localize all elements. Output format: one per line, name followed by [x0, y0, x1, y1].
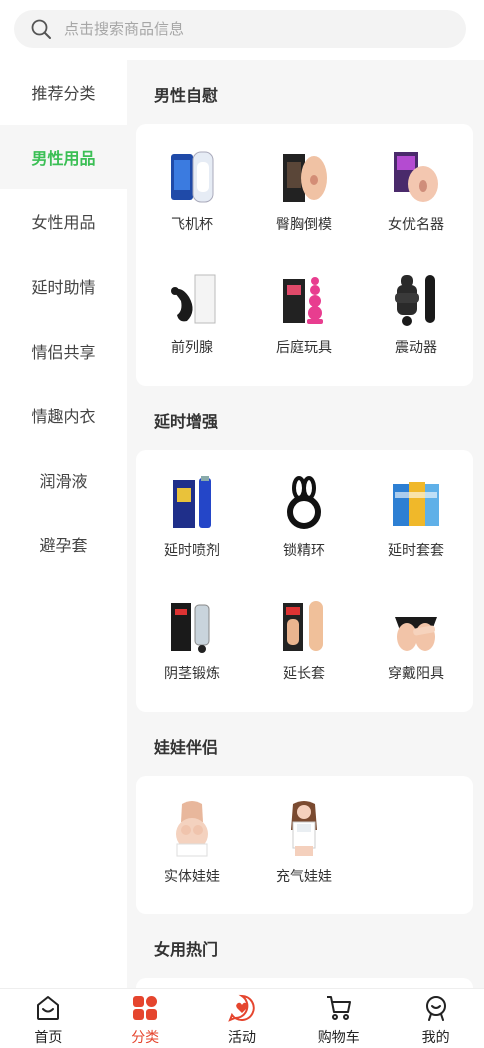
- product-grid-card: 延时喷剂 锁精环 延时套套 阴茎锻炼 延长套 穿戴阳具: [136, 450, 473, 712]
- product-label: 臀胸倒模: [276, 217, 332, 233]
- search-icon: [31, 19, 51, 39]
- inflatable-doll-icon: [291, 801, 317, 856]
- product-label: 充气娃娃: [276, 869, 332, 885]
- product-grid-card: 飞机杯 臀胸倒模 女优名器 前列腺 后庭玩具 震动器: [136, 124, 473, 386]
- search-input[interactable]: [64, 10, 454, 48]
- category-icon: [133, 996, 158, 1020]
- anal-toy-icon: [283, 277, 323, 324]
- product-item[interactable]: 后庭玩具: [248, 267, 360, 377]
- search-header: [0, 0, 484, 60]
- tab-category[interactable]: 分类: [97, 989, 194, 1048]
- product-label: 延时套套: [388, 543, 444, 559]
- tab-label: 首页: [34, 1030, 63, 1046]
- vibrator-icon: [395, 275, 435, 326]
- tab-cart[interactable]: 购物车: [290, 989, 387, 1048]
- product-item[interactable]: 延长套: [248, 593, 360, 703]
- sidebar-item-recommended[interactable]: 推荐分类: [0, 60, 127, 125]
- product-item[interactable]: 前列腺: [136, 267, 248, 377]
- sidebar-item-couples[interactable]: 情侣共享: [0, 318, 127, 383]
- product-item[interactable]: 臀胸倒模: [248, 144, 360, 254]
- category-content: 男性自慰 飞机杯 臀胸倒模 女优名器 前列腺 后庭玩具 震动器 延时增强 延时喷…: [127, 60, 484, 988]
- product-label: 后庭玩具: [276, 340, 332, 356]
- product-item[interactable]: 震动器: [360, 267, 472, 377]
- product-label: 前列腺: [171, 340, 213, 356]
- product-item[interactable]: 穿戴阳具: [360, 593, 472, 703]
- tab-activity[interactable]: 活动: [194, 989, 291, 1048]
- product-grid-card: 实体娃娃 充气娃娃: [136, 776, 473, 914]
- product-item[interactable]: 锁精环: [248, 470, 360, 580]
- product-item[interactable]: 阴茎锻炼: [136, 593, 248, 703]
- sleeve-icon: [394, 152, 438, 202]
- app: 推荐分类 男性用品 女性用品 延时助情 情侣共享 情趣内衣 润滑液 避孕套 男性…: [0, 0, 484, 1048]
- product-label: 延时喷剂: [164, 543, 220, 559]
- product-label: 阴茎锻炼: [164, 666, 220, 682]
- section-title: 娃娃伴侣: [154, 738, 219, 757]
- sidebar-item-men[interactable]: 男性用品: [0, 124, 127, 190]
- strap-on-icon: [395, 617, 437, 651]
- sidebar-item-women[interactable]: 女性用品: [0, 189, 127, 254]
- product-label: 实体娃娃: [164, 869, 220, 885]
- product-item[interactable]: 女优名器: [360, 144, 472, 254]
- product-label: 锁精环: [283, 543, 325, 559]
- body-mold-icon: [283, 154, 327, 202]
- section-title: 男性自慰: [154, 86, 219, 105]
- section-title: 延时增强: [154, 412, 219, 431]
- product-item[interactable]: 实体娃娃: [136, 796, 248, 906]
- ring-icon: [287, 476, 321, 529]
- tab-label: 购物车: [317, 1030, 360, 1046]
- product-label: 延长套: [283, 666, 325, 682]
- tab-label: 分类: [131, 1030, 160, 1046]
- home-icon: [37, 996, 60, 1020]
- product-label: 穿戴阳具: [388, 666, 444, 682]
- category-sidebar: 推荐分类 男性用品 女性用品 延时助情 情侣共享 情趣内衣 润滑液 避孕套: [0, 60, 127, 988]
- section-title: 女用热门: [154, 940, 219, 959]
- tab-profile[interactable]: 我的: [387, 989, 484, 1048]
- search-bar[interactable]: [14, 10, 466, 48]
- extender-sleeve-icon: [283, 601, 323, 651]
- product-item[interactable]: 延时套套: [360, 470, 472, 580]
- bottom-tabbar: 首页 分类 活动 购物车 我的: [0, 988, 484, 1048]
- product-label: 女优名器: [388, 217, 444, 233]
- product-grid-card: [136, 978, 473, 988]
- tab-label: 活动: [227, 1030, 256, 1046]
- prostate-massager-icon: [171, 274, 216, 324]
- product-label: 飞机杯: [171, 217, 213, 233]
- product-label: 震动器: [395, 340, 437, 356]
- cart-icon: [326, 996, 351, 1020]
- doll-icon: [176, 801, 208, 857]
- profile-icon: [425, 996, 446, 1021]
- sidebar-item-condoms[interactable]: 避孕套: [0, 512, 127, 577]
- activity-heart-icon: [228, 994, 255, 1022]
- product-item[interactable]: 充气娃娃: [248, 796, 360, 906]
- product-item[interactable]: 飞机杯: [136, 144, 248, 254]
- sidebar-item-lingerie[interactable]: 情趣内衣: [0, 383, 127, 448]
- tab-label: 我的: [421, 1030, 450, 1046]
- spray-icon: [173, 476, 211, 528]
- product-item[interactable]: 延时喷剂: [136, 470, 248, 580]
- sidebar-item-lubricant[interactable]: 润滑液: [0, 448, 127, 513]
- masturbator-cup-icon: [171, 151, 214, 203]
- sidebar-item-delay[interactable]: 延时助情: [0, 254, 127, 319]
- pump-icon: [171, 603, 210, 653]
- tab-home[interactable]: 首页: [0, 989, 97, 1048]
- condom-box-icon: [393, 482, 439, 526]
